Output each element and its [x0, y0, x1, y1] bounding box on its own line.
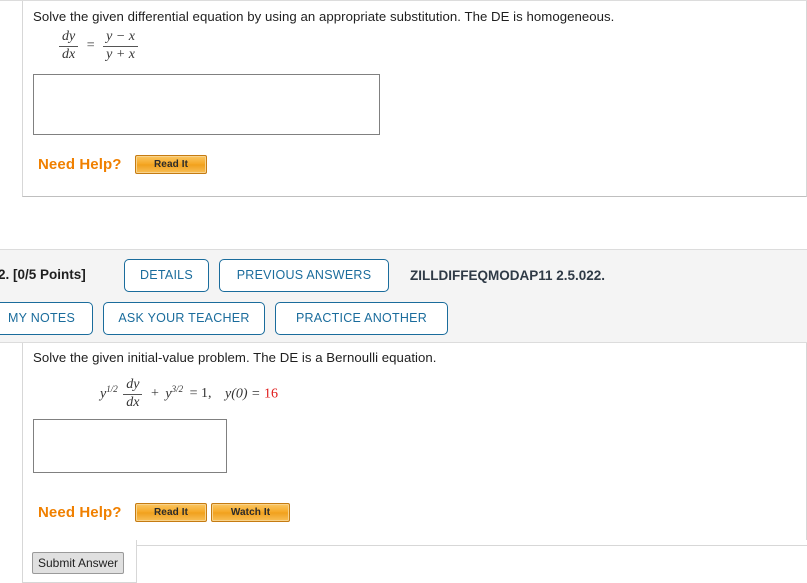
problem-1-equation: dy dx = y − x y + x — [57, 29, 140, 62]
problem-2-watch-it-button[interactable]: Watch It — [211, 503, 290, 522]
problem-2-answer-input[interactable] — [33, 419, 227, 473]
problem-2-prompt: Solve the given initial-value problem. T… — [33, 350, 437, 365]
problem-2-read-it-button[interactable]: Read It — [135, 503, 207, 522]
equation-fraction-right: y − x y + x — [103, 29, 138, 62]
problem-2-need-help-label: Need Help? — [38, 504, 122, 521]
problem-2-assignment-code: ZILLDIFFEQMODAP11 2.5.022. — [410, 268, 606, 283]
problem-1-need-help-label: Need Help? — [38, 156, 122, 173]
my-notes-button[interactable]: MY NOTES — [0, 302, 93, 335]
submit-answer-button[interactable]: Submit Answer — [32, 552, 124, 574]
exponent-one-half: 1/2 — [106, 383, 118, 394]
problem-2-number-and-points: 2. [0/5 Points] — [0, 267, 86, 282]
fraction-numerator: dy — [123, 377, 143, 395]
equation-fraction-left: dy dx — [59, 29, 79, 62]
fraction-denominator: dx — [62, 46, 76, 62]
initial-condition: y(0) = — [225, 386, 261, 402]
equals-sign: = — [86, 38, 95, 54]
problem-1-prompt: Solve the given differential equation by… — [33, 9, 615, 24]
plus-sign: + — [150, 386, 159, 402]
fraction-denominator: y + x — [106, 46, 135, 62]
fraction-numerator: dy — [59, 29, 79, 47]
equation-fraction: dy dx — [123, 377, 143, 410]
problem-2-equation: y1/2 dy dx + y3/2 = 1, y(0) = 16 — [100, 377, 278, 410]
previous-answers-button[interactable]: PREVIOUS ANSWERS — [219, 259, 389, 292]
exponent-three-halves: 3/2 — [171, 383, 184, 394]
fraction-denominator: dx — [126, 394, 140, 410]
problem-1-answer-input[interactable] — [33, 74, 380, 135]
initial-condition-value: 16 — [264, 386, 278, 402]
problem-1-read-it-button[interactable]: Read It — [135, 155, 207, 174]
submit-divider — [137, 545, 807, 546]
details-button[interactable]: DETAILS — [124, 259, 209, 292]
problem-2-header-band: 2. [0/5 Points] DETAILS PREVIOUS ANSWERS… — [0, 249, 807, 343]
practice-another-button[interactable]: PRACTICE ANOTHER — [275, 302, 448, 335]
ask-your-teacher-button[interactable]: ASK YOUR TEACHER — [103, 302, 265, 335]
fraction-numerator: y − x — [103, 29, 138, 47]
equals-one: = 1, — [189, 386, 212, 402]
